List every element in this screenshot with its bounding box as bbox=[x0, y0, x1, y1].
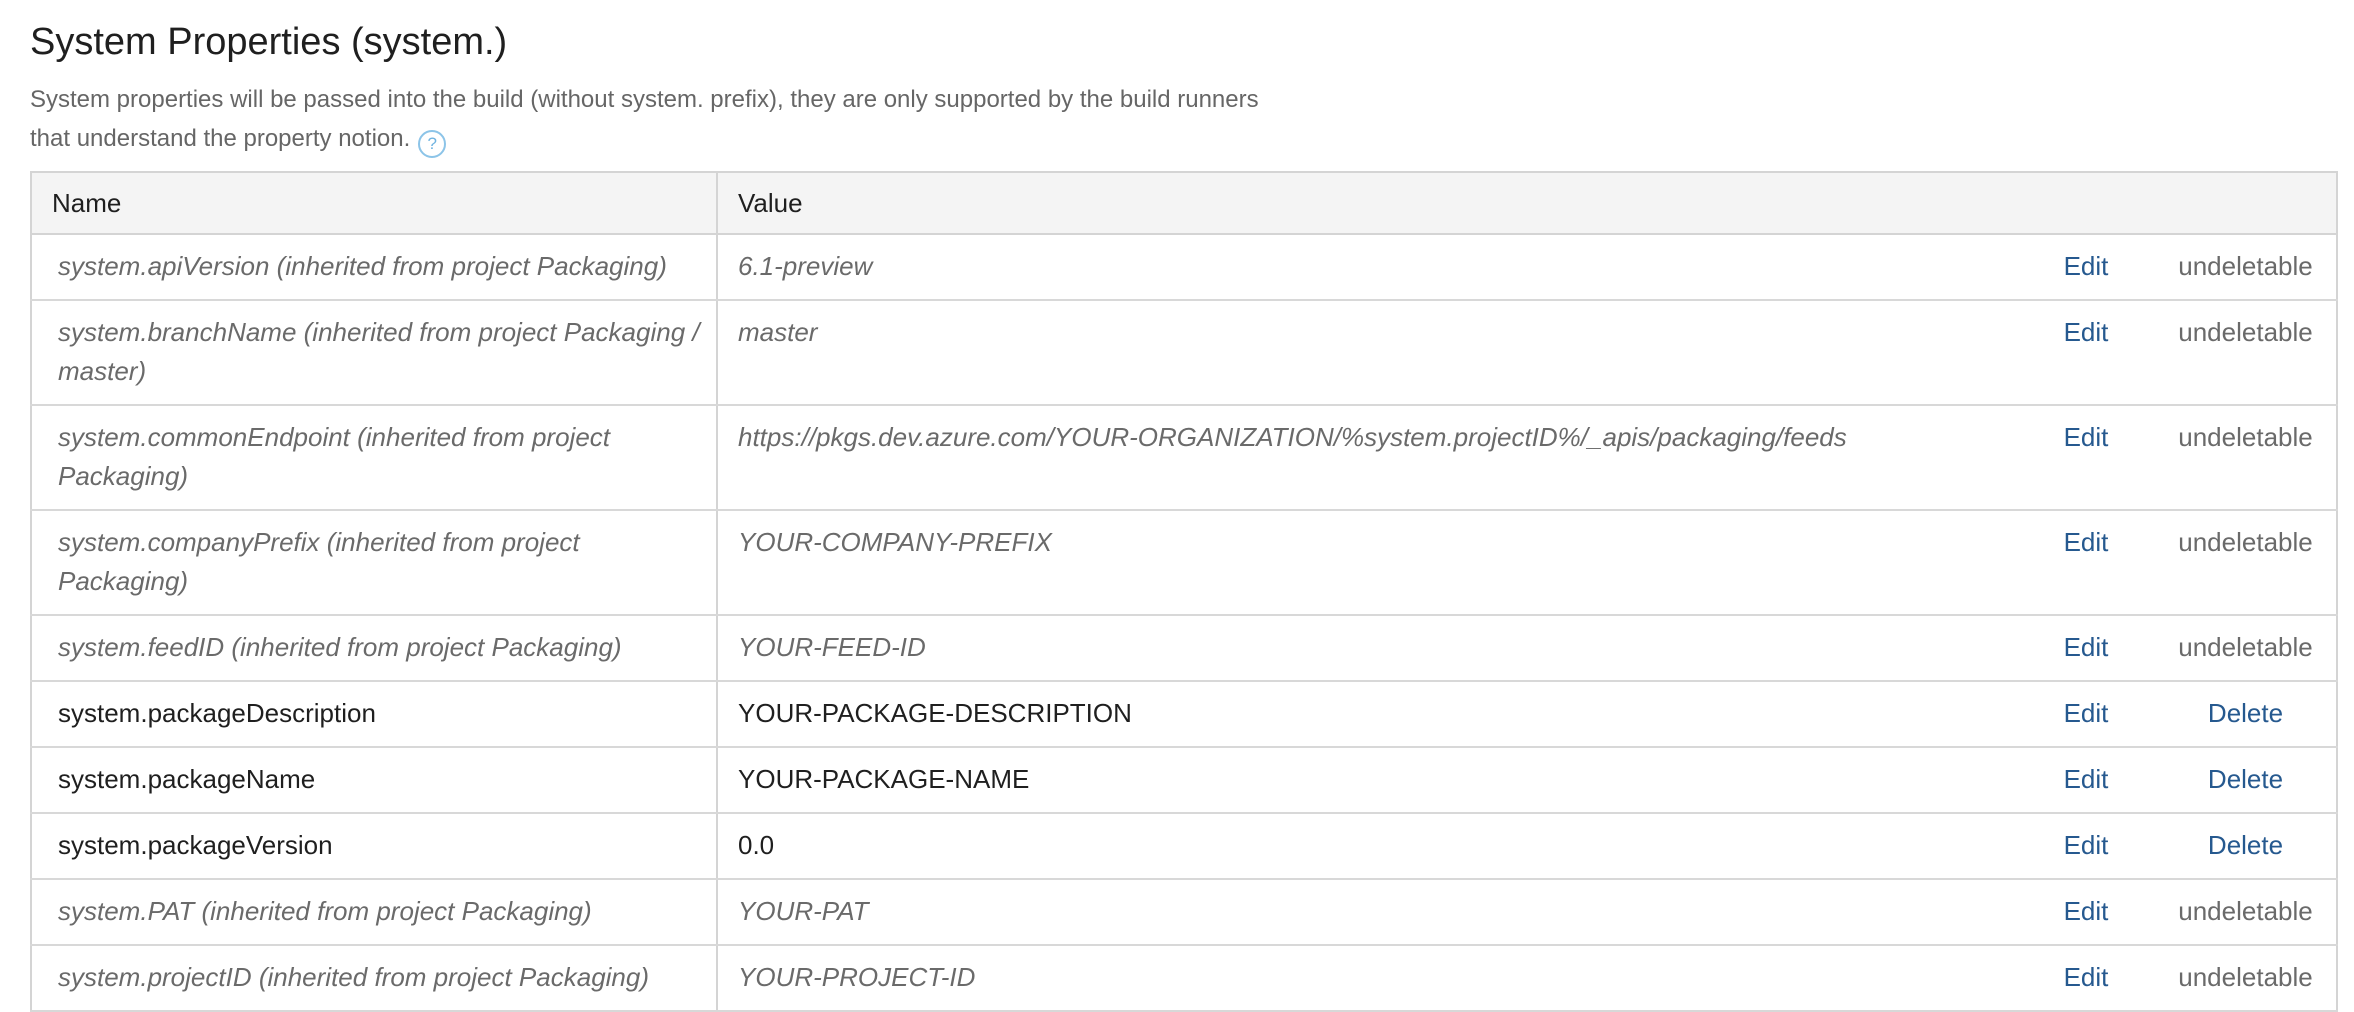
edit-link[interactable]: Edit bbox=[2064, 527, 2109, 557]
property-value: YOUR-COMPANY-PREFIX bbox=[717, 509, 2017, 616]
table-row: system.packageDescription YOUR-PACKAGE-D… bbox=[30, 680, 2338, 748]
property-name: system.packageVersion bbox=[30, 812, 718, 880]
edit-link[interactable]: Edit bbox=[2064, 317, 2109, 347]
property-value: YOUR-FEED-ID bbox=[717, 614, 2017, 682]
property-name: system.companyPrefix (inherited from pro… bbox=[30, 509, 718, 616]
undeletable-label: undeletable bbox=[2178, 632, 2313, 662]
delete-link[interactable]: Delete bbox=[2208, 764, 2283, 794]
table-row: system.companyPrefix (inherited from pro… bbox=[30, 509, 2338, 616]
edit-link[interactable]: Edit bbox=[2064, 830, 2109, 860]
system-properties-table: Name Value system.apiVersion (inherited … bbox=[30, 171, 2338, 1012]
property-name: system.commonEndpoint (inherited from pr… bbox=[30, 404, 718, 511]
section-description-text: System properties will be passed into th… bbox=[30, 86, 1259, 152]
table-row: system.commonEndpoint (inherited from pr… bbox=[30, 404, 2338, 511]
property-name: system.branchName (inherited from projec… bbox=[30, 299, 718, 406]
edit-link[interactable]: Edit bbox=[2064, 962, 2109, 992]
table-header-row: Name Value bbox=[30, 171, 2338, 235]
property-value: 6.1-preview bbox=[717, 233, 2017, 301]
property-name: system.packageName bbox=[30, 746, 718, 814]
property-value: 0.0 bbox=[717, 812, 2017, 880]
table-row: system.apiVersion (inherited from projec… bbox=[30, 233, 2338, 301]
table-row: system.branchName (inherited from projec… bbox=[30, 299, 2338, 406]
section-title: System Properties (system.) bbox=[30, 21, 508, 63]
edit-link[interactable]: Edit bbox=[2064, 251, 2109, 281]
property-value: YOUR-PACKAGE-DESCRIPTION bbox=[717, 680, 2017, 748]
system-properties-section: System Properties (system.) System prope… bbox=[30, 0, 2338, 1012]
table-row: system.projectID (inherited from project… bbox=[30, 944, 2338, 1012]
column-header-value: Value bbox=[716, 171, 2338, 235]
edit-link[interactable]: Edit bbox=[2064, 764, 2109, 794]
edit-link[interactable]: Edit bbox=[2064, 698, 2109, 728]
edit-link[interactable]: Edit bbox=[2064, 422, 2109, 452]
table-row: system.packageVersion 0.0 Edit Delete bbox=[30, 812, 2338, 880]
question-circle-icon[interactable]: ? bbox=[418, 130, 447, 158]
undeletable-label: undeletable bbox=[2178, 962, 2313, 992]
section-description: System properties will be passed into th… bbox=[30, 80, 1290, 158]
property-name: system.feedID (inherited from project Pa… bbox=[30, 614, 718, 682]
property-value: YOUR-PAT bbox=[717, 878, 2017, 946]
delete-link[interactable]: Delete bbox=[2208, 698, 2283, 728]
edit-link[interactable]: Edit bbox=[2064, 632, 2109, 662]
undeletable-label: undeletable bbox=[2178, 251, 2313, 281]
undeletable-label: undeletable bbox=[2178, 896, 2313, 926]
property-name: system.apiVersion (inherited from projec… bbox=[30, 233, 718, 301]
property-value: https://pkgs.dev.azure.com/YOUR-ORGANIZA… bbox=[717, 404, 2017, 511]
column-header-name: Name bbox=[30, 171, 718, 235]
property-value: YOUR-PROJECT-ID bbox=[717, 944, 2017, 1012]
table-row: system.PAT (inherited from project Packa… bbox=[30, 878, 2338, 946]
property-name: system.packageDescription bbox=[30, 680, 718, 748]
property-value: YOUR-PACKAGE-NAME bbox=[717, 746, 2017, 814]
edit-link[interactable]: Edit bbox=[2064, 896, 2109, 926]
property-name: system.projectID (inherited from project… bbox=[30, 944, 718, 1012]
delete-link[interactable]: Delete bbox=[2208, 830, 2283, 860]
table-row: system.feedID (inherited from project Pa… bbox=[30, 614, 2338, 682]
undeletable-label: undeletable bbox=[2178, 527, 2313, 557]
property-value: master bbox=[717, 299, 2017, 406]
table-body: system.apiVersion (inherited from projec… bbox=[30, 233, 2338, 1012]
table-row: system.packageName YOUR-PACKAGE-NAME Edi… bbox=[30, 746, 2338, 814]
undeletable-label: undeletable bbox=[2178, 317, 2313, 347]
undeletable-label: undeletable bbox=[2178, 422, 2313, 452]
property-name: system.PAT (inherited from project Packa… bbox=[30, 878, 718, 946]
